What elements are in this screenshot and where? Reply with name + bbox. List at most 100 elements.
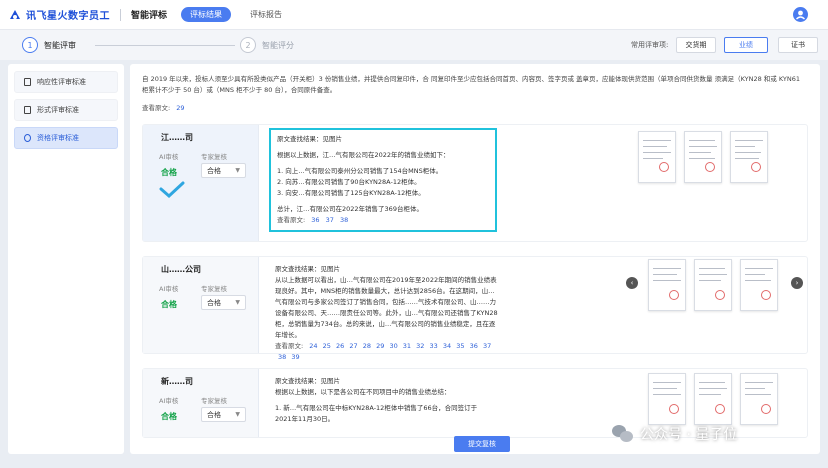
ref-link[interactable]: 38 bbox=[278, 353, 286, 361]
ai-review-label: AI审核 bbox=[159, 397, 179, 405]
wechat-icon bbox=[612, 425, 634, 443]
document-thumbnails bbox=[648, 259, 786, 311]
expert-result-value: 合格 bbox=[207, 410, 221, 419]
document-thumbnail[interactable] bbox=[694, 373, 732, 425]
ai-review-label: AI审核 bbox=[159, 285, 179, 293]
ref-link[interactable]: 31 bbox=[403, 342, 411, 350]
step-bar: 1 智能评审 2 智能评分 常用评审项: 交货期 业绩 证书 bbox=[0, 30, 828, 60]
document-thumbnails bbox=[648, 373, 786, 425]
ref-link[interactable]: 36 bbox=[470, 342, 478, 350]
result-paragraph: 1. 向上…气有限公司泰州分公司销售了154台MNS柜体。 bbox=[277, 167, 443, 175]
company-column: 山……公司 AI审核 专家复核 合格 合格 ▼ bbox=[143, 257, 259, 353]
ref-link[interactable]: 36 bbox=[311, 216, 319, 224]
step-label: 智能评分 bbox=[262, 40, 294, 50]
bidder-card: 山……公司 AI审核 专家复核 合格 合格 ▼ 原文查找结果：见图片 从以上数据… bbox=[142, 256, 808, 361]
ref-link[interactable]: 39 bbox=[291, 353, 299, 361]
step-scoring[interactable]: 2 智能评分 bbox=[240, 37, 294, 53]
ref-link[interactable]: 28 bbox=[363, 342, 371, 350]
document-thumbnail[interactable] bbox=[648, 373, 686, 425]
expert-review-label: 专家复核 bbox=[201, 397, 227, 405]
expert-result-select[interactable]: 合格 ▼ bbox=[201, 407, 246, 422]
chevron-down-icon: ▼ bbox=[235, 167, 240, 174]
company-name: 山……公司 bbox=[161, 265, 201, 274]
ref-link[interactable]: 29 bbox=[376, 342, 384, 350]
checkmark-icon bbox=[159, 181, 185, 199]
ai-result: 合格 bbox=[161, 168, 177, 177]
ref-link[interactable]: 34 bbox=[443, 342, 451, 350]
ref-link[interactable]: 33 bbox=[430, 342, 438, 350]
document-thumbnail[interactable] bbox=[740, 373, 778, 425]
ref-label: 查看原文: bbox=[277, 216, 306, 224]
expert-result-value: 合格 bbox=[207, 166, 221, 175]
result-title: 原文查找结果：见图片 bbox=[275, 377, 340, 385]
ref-link[interactable]: 38 bbox=[340, 216, 348, 224]
document-thumbnail[interactable] bbox=[730, 131, 768, 183]
sidebar-item-qualification[interactable]: 资格评审标准 bbox=[14, 127, 118, 149]
ref-link[interactable]: 25 bbox=[323, 342, 331, 350]
logo-icon bbox=[8, 8, 22, 22]
ref-link[interactable]: 32 bbox=[416, 342, 424, 350]
ref-link[interactable]: 30 bbox=[389, 342, 397, 350]
user-avatar-icon[interactable] bbox=[793, 7, 808, 22]
result-paragraph: 根据以上数据，以下是各公司在不同项目中的销售业绩总结： bbox=[275, 388, 451, 396]
search-result-box: 原文查找结果：见图片 根据以上数据，以下是各公司在不同项目中的销售业绩总结： 1… bbox=[269, 372, 497, 429]
ref-row: 查看原文: 36 37 38 bbox=[277, 215, 489, 226]
logo: 讯飞星火数字员工 bbox=[8, 7, 110, 22]
ref-link[interactable]: 37 bbox=[326, 216, 334, 224]
ref-link[interactable]: 26 bbox=[336, 342, 344, 350]
ref-link[interactable]: 24 bbox=[309, 342, 317, 350]
result-paragraph: 3. 向安…有限公司销售了125台KYN28A-12柜体。 bbox=[277, 189, 425, 197]
sidebar-item-response[interactable]: 响应性评审标准 bbox=[14, 71, 118, 93]
tab-report[interactable]: 评标报告 bbox=[241, 7, 291, 22]
result-title: 原文查找结果：见图片 bbox=[275, 265, 340, 273]
ref-label: 查看原文: bbox=[275, 342, 304, 350]
document-icon bbox=[24, 78, 31, 86]
result-paragraph: 2. 向苏…有限公司销售了90台KYN28A-12柜体。 bbox=[277, 178, 421, 186]
top-bar: 讯飞星火数字员工 智能评标 评标结果 评标报告 bbox=[0, 0, 828, 30]
step-label: 智能评审 bbox=[44, 40, 76, 50]
document-icon bbox=[24, 106, 31, 114]
ref-row: 查看原文: 24 25 26 27 28 29 30 31 32 33 34 3… bbox=[275, 341, 499, 363]
submit-review-button[interactable]: 提交复核 bbox=[454, 436, 510, 452]
result-paragraph: 从以上数据可以看出，山…气有限公司在2019年至2022年期间的销售业绩表现良好… bbox=[275, 276, 498, 339]
watermark-text: 公众号 · 量子位 bbox=[640, 427, 738, 443]
term-performance-button[interactable]: 业绩 bbox=[724, 37, 768, 53]
ref-link[interactable]: 27 bbox=[349, 342, 357, 350]
document-thumbnails bbox=[638, 131, 776, 183]
tab-results[interactable]: 评标结果 bbox=[181, 7, 232, 22]
ref-link[interactable]: 37 bbox=[483, 342, 491, 350]
divider bbox=[120, 8, 121, 21]
step-review[interactable]: 1 智能评审 bbox=[22, 37, 76, 53]
review-count-link[interactable]: 29 bbox=[176, 104, 184, 112]
search-result-box: 原文查找结果：见图片 根据以上数据，江…气有限公司在2022年的销售业绩如下： … bbox=[269, 128, 497, 232]
step-number: 1 bbox=[22, 37, 38, 53]
term-certificate-button[interactable]: 证书 bbox=[778, 37, 818, 53]
chevron-left-icon[interactable]: ‹ bbox=[626, 277, 638, 289]
expert-result-select[interactable]: 合格 ▼ bbox=[201, 163, 246, 178]
app-name: 智能评标 bbox=[131, 11, 168, 21]
company-column: 新……司 AI审核 专家复核 合格 合格 ▼ bbox=[143, 369, 259, 437]
expert-result-select[interactable]: 合格 ▼ bbox=[201, 295, 246, 310]
expert-review-label: 专家复核 bbox=[201, 285, 227, 293]
document-thumbnail[interactable] bbox=[740, 259, 778, 311]
main-panel: 自 2019 年以来，投标人须至少具有所投类似产品（开关柜）3 份销售业绩，并提… bbox=[130, 64, 820, 454]
review-count: 查看原文: 29 bbox=[142, 102, 184, 112]
chevron-right-icon[interactable]: › bbox=[791, 277, 803, 289]
document-thumbnail[interactable] bbox=[648, 259, 686, 311]
term-delivery-button[interactable]: 交货期 bbox=[676, 37, 716, 53]
expert-result-value: 合格 bbox=[207, 298, 221, 307]
company-name: 新……司 bbox=[161, 377, 193, 386]
criteria-description: 自 2019 年以来，投标人须至少具有所投类似产品（开关柜）3 份销售业绩，并提… bbox=[142, 75, 800, 94]
step-connector bbox=[95, 45, 235, 46]
sidebar-item-format[interactable]: 形式评审标准 bbox=[14, 99, 118, 121]
watermark: 公众号 · 量子位 bbox=[612, 424, 737, 444]
document-thumbnail[interactable] bbox=[638, 131, 676, 183]
expert-review-label: 专家复核 bbox=[201, 153, 227, 161]
company-name: 江……司 bbox=[161, 133, 193, 142]
ai-result: 合格 bbox=[161, 300, 177, 309]
chevron-down-icon: ▼ bbox=[235, 411, 240, 418]
ref-link[interactable]: 35 bbox=[456, 342, 464, 350]
document-thumbnail[interactable] bbox=[694, 259, 732, 311]
document-thumbnail[interactable] bbox=[684, 131, 722, 183]
sidebar-item-label: 响应性评审标准 bbox=[37, 78, 86, 86]
